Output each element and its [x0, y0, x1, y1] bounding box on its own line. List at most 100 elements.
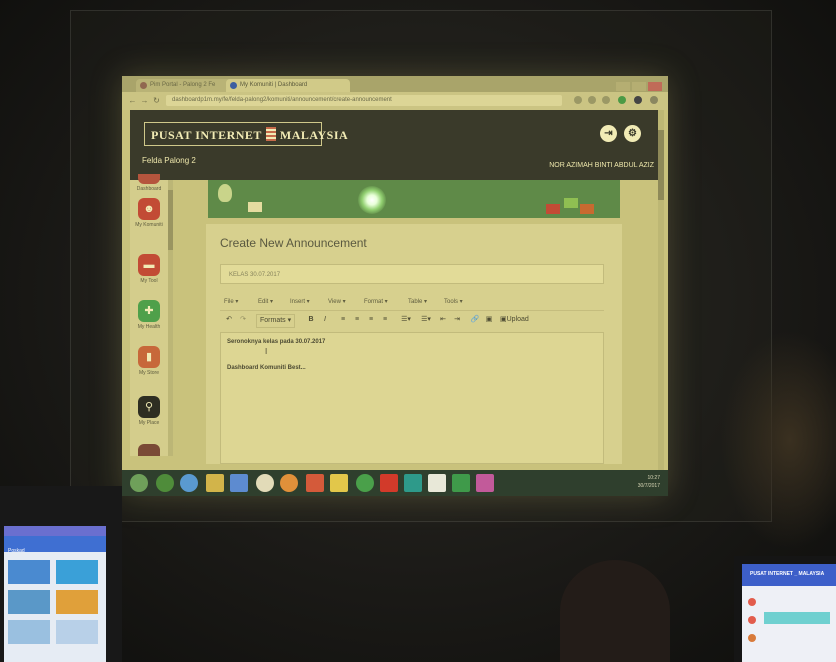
sidebar-scrollbar[interactable] — [168, 180, 173, 456]
site-logo[interactable]: PUSAT INTERNET MALAYSIA — [144, 122, 348, 146]
maximize-button[interactable] — [632, 82, 646, 91]
announcement-banner — [208, 180, 620, 218]
download-icon[interactable] — [380, 474, 398, 492]
menu-table[interactable]: Table ▾ — [408, 298, 427, 305]
minimize-button[interactable] — [616, 82, 630, 91]
monitor-tile — [56, 620, 98, 644]
url-input[interactable]: dashboardp1m.my/fe/felda-palong2/komunit… — [166, 95, 562, 106]
sidebar-item-dashboard[interactable]: Dashboard — [132, 174, 166, 192]
profile-icon[interactable] — [634, 96, 642, 104]
app-icon[interactable] — [256, 474, 274, 492]
dashboard-icon — [138, 174, 160, 184]
site-header: PUSAT INTERNET MALAYSIA ⇥ ⚙ Felda Palong … — [130, 110, 660, 180]
plant-shadow — [720, 330, 836, 550]
monitor-browser-bar — [4, 526, 106, 536]
star-icon[interactable] — [574, 96, 582, 104]
excel-icon[interactable] — [452, 474, 470, 492]
sidebar-item-my-tool[interactable]: ▬ My Tool — [132, 254, 166, 284]
bold-button[interactable]: B — [306, 314, 316, 326]
forward-icon[interactable]: → — [140, 96, 149, 105]
flag-icon — [265, 127, 276, 141]
app-icon[interactable] — [306, 474, 324, 492]
firefox-icon[interactable] — [280, 474, 298, 492]
subject-input[interactable]: KELAS 30.07.2017 — [220, 264, 604, 284]
settings-icon[interactable]: ⚙ — [624, 125, 641, 142]
monitor-title: PUSAT INTERNET _ MALAYSIA — [750, 571, 825, 577]
menu-view[interactable]: View ▾ — [328, 298, 346, 305]
menu-insert[interactable]: Insert ▾ — [290, 298, 310, 305]
user-name[interactable]: NOR AZIMAH BINTI ABDUL AZIZ — [549, 162, 654, 169]
menu-file[interactable]: File ▾ — [224, 298, 238, 305]
indent-icon[interactable]: ⇥ — [452, 314, 462, 326]
extension-icon[interactable] — [602, 96, 610, 104]
sidebar-item-label: My Health — [137, 324, 161, 330]
app-icon[interactable] — [428, 474, 446, 492]
sidebar-item-my-store[interactable]: ▮ My Store — [132, 346, 166, 376]
monitor-tile — [56, 590, 98, 614]
logo-text-left: PUSAT INTERNET — [151, 128, 262, 142]
sidebar-item-my-health[interactable]: ✚ My Health — [132, 300, 166, 330]
chrome-icon[interactable] — [330, 474, 348, 492]
upload-button[interactable]: ▣Upload — [500, 314, 529, 326]
browser-tab-active[interactable]: My Komuniti | Dashboard — [226, 79, 350, 92]
menu-format[interactable]: Format ▾ — [364, 298, 388, 305]
page-scrollbar[interactable] — [658, 110, 664, 470]
scroll-thumb[interactable] — [658, 130, 664, 200]
outdent-icon[interactable]: ⇤ — [438, 314, 448, 326]
numbered-list-icon[interactable]: ☰▾ — [418, 314, 434, 326]
start-button-icon[interactable] — [130, 474, 148, 492]
italic-button[interactable]: I — [320, 314, 330, 326]
extension-icon[interactable] — [588, 96, 596, 104]
projector-glare — [358, 186, 386, 214]
window-controls — [614, 78, 664, 91]
paint-icon[interactable] — [476, 474, 494, 492]
scroll-thumb[interactable] — [168, 190, 173, 250]
monitor-tile — [8, 590, 50, 614]
align-right-icon[interactable]: ≡ — [366, 314, 376, 326]
menu-icon[interactable] — [650, 96, 658, 104]
foreground-monitor-left: Poskad — [0, 486, 122, 662]
back-icon[interactable]: ← — [128, 96, 137, 105]
menu-edit[interactable]: Edit ▾ — [258, 298, 273, 305]
align-justify-icon[interactable]: ≡ — [380, 314, 390, 326]
editor-text-line: Seronoknya kelas pada 30.07.2017 — [227, 339, 326, 345]
app-icon[interactable] — [230, 474, 248, 492]
align-left-icon[interactable]: ≡ — [338, 314, 348, 326]
formats-dropdown[interactable]: Formats ▾ — [256, 314, 296, 328]
close-button[interactable] — [648, 82, 662, 91]
app-icon[interactable] — [156, 474, 174, 492]
tab-label: Pim Portal - Palong 2 Fe — [150, 82, 216, 88]
align-center-icon[interactable]: ≡ — [352, 314, 362, 326]
menu-tools[interactable]: Tools ▾ — [444, 298, 463, 305]
location-icon: ⚲ — [138, 396, 160, 418]
projected-desktop: Pim Portal - Palong 2 Fe My Komuniti | D… — [122, 76, 668, 496]
clock-time: 10:27 — [647, 475, 660, 481]
windows-taskbar: 10:27 30/7/2017 — [122, 470, 668, 496]
browser-tab[interactable]: Pim Portal - Palong 2 Fe — [136, 79, 238, 92]
internet-explorer-icon[interactable] — [180, 474, 198, 492]
file-explorer-icon[interactable] — [206, 474, 224, 492]
sidebar-item-label: My Komuniti — [135, 222, 163, 228]
reload-icon[interactable]: ↻ — [152, 96, 161, 105]
sidebar-item-more[interactable] — [132, 444, 166, 456]
redo-button[interactable]: ↷ — [238, 314, 248, 326]
sidebar-item-my-komuniti[interactable]: ☻ My Komuniti — [132, 198, 166, 228]
image-icon[interactable]: ▣ — [484, 314, 494, 326]
system-tray[interactable]: 10:27 30/7/2017 — [638, 474, 660, 490]
bullet-list-icon[interactable]: ☰▾ — [398, 314, 414, 326]
monitor-banner — [764, 612, 830, 624]
app-icon[interactable] — [356, 474, 374, 492]
puzzle-icon — [248, 202, 262, 212]
link-icon[interactable]: 🔗 — [470, 314, 480, 326]
undo-button[interactable]: ↶ — [224, 314, 234, 326]
editor-content[interactable]: Seronoknya kelas pada 30.07.2017 I Dashb… — [220, 332, 604, 464]
sidebar-item-my-place[interactable]: ⚲ My Place — [132, 396, 166, 426]
skype-icon[interactable] — [404, 474, 422, 492]
extension-icon[interactable] — [618, 96, 626, 104]
tab-label: My Komuniti | Dashboard — [240, 82, 308, 88]
sidebar-item-label: My Store — [138, 370, 159, 376]
editor-text-line: Dashboard Komuniti Best... — [227, 365, 306, 371]
foreground-monitor-right: PUSAT INTERNET _ MALAYSIA — [734, 556, 836, 662]
tab-favicon-icon — [230, 82, 237, 89]
logout-icon[interactable]: ⇥ — [600, 125, 617, 142]
